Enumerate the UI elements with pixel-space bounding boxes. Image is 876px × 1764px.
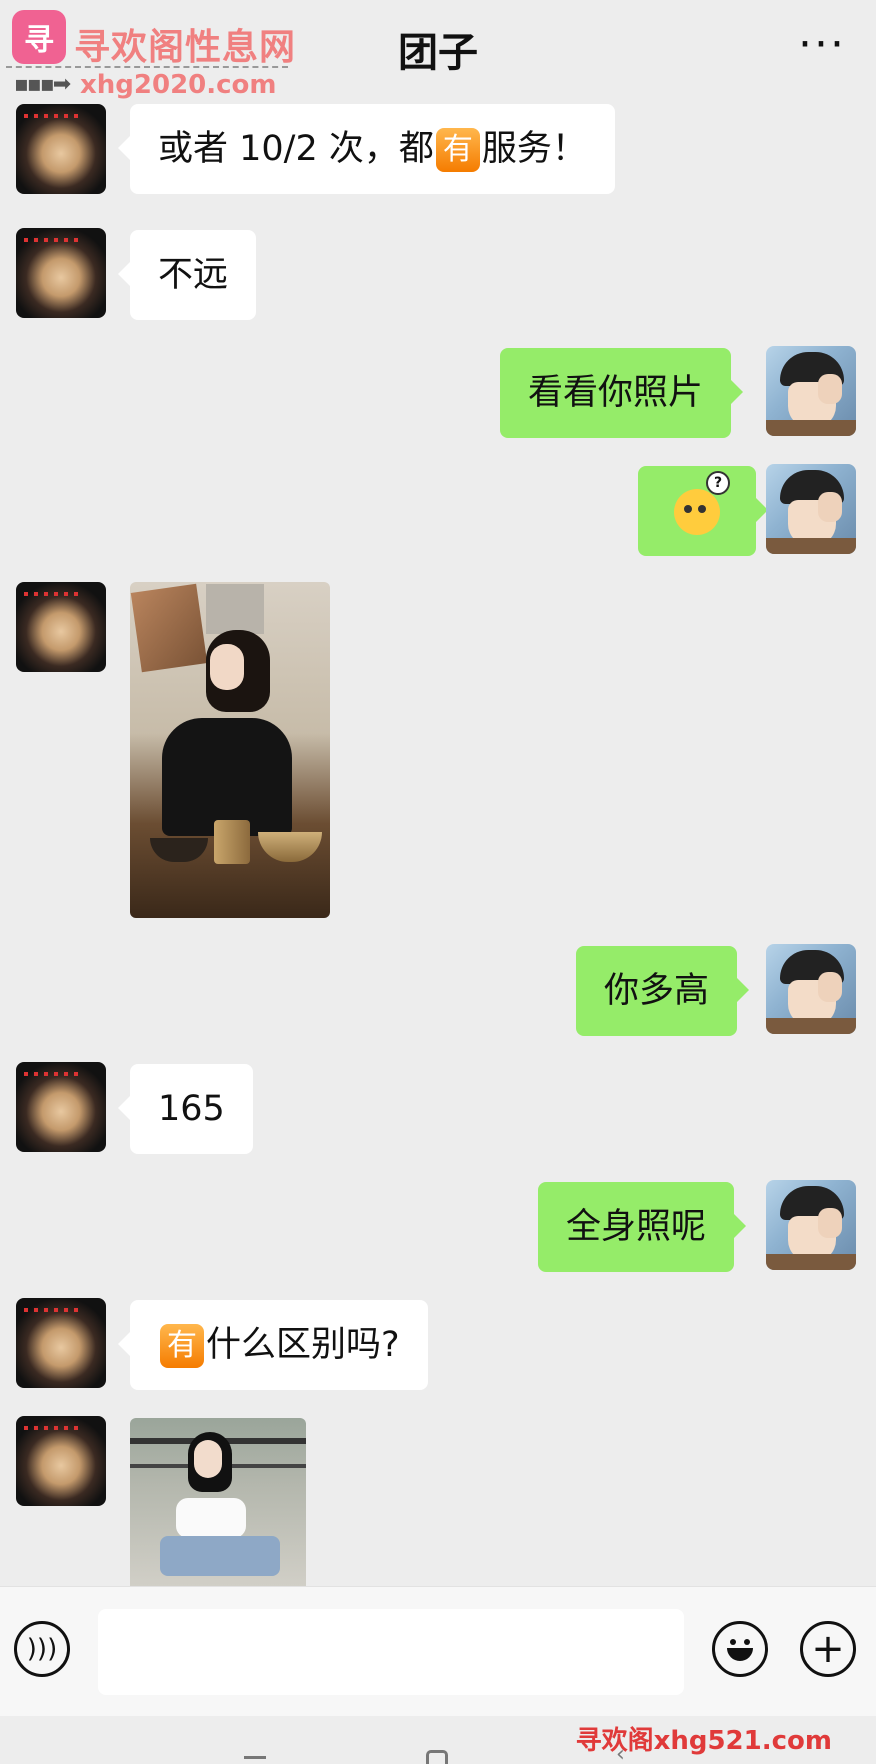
message-bubble-received[interactable]: 165 [118,1064,253,1154]
my-avatar[interactable] [766,1180,856,1270]
watermark-arrow-icon: ▪▪▪➡ [14,72,71,97]
message-input[interactable] [98,1609,684,1695]
contact-avatar[interactable] [16,1062,106,1152]
chat-input-bar: ))) + [0,1586,876,1717]
message-text: 看看你照片 [528,373,704,413]
watermark-bottom: 寻欢阁xhg521.com [575,1726,832,1756]
message-text: 服务！ [481,129,587,169]
home-nav-icon[interactable] [426,1750,448,1764]
watermark-site-url: xhg2020.com [80,70,277,100]
message-bubble-sent[interactable]: 你多高 [576,946,750,1036]
watermark-logo: 寻 [12,10,66,64]
message-text: 什么区别吗? [206,1325,400,1365]
message-bubble-sent[interactable]: 全身照呢 [538,1182,747,1272]
message-bubble-received[interactable]: 有什么区别吗? [118,1300,428,1390]
more-options-button[interactable]: ··· [794,23,850,74]
contact-avatar[interactable] [16,1416,106,1506]
more-actions-button[interactable]: + [800,1621,856,1677]
emoji-button[interactable] [712,1621,768,1677]
image-message[interactable] [130,1418,306,1586]
contact-avatar[interactable] [16,582,106,672]
message-text: 165 [158,1089,225,1129]
chat-screen: ‹ 团子 ··· 寻 寻欢阁性息网 ▪▪▪➡ xhg2020.com 或者 10… [0,0,876,1764]
more-icon: ··· [798,19,846,70]
message-text: 或者 10/2 次，都 [158,129,434,169]
contact-avatar[interactable] [16,104,106,194]
my-avatar[interactable] [766,944,856,1034]
message-text: 不远 [158,255,229,295]
message-bubble-received[interactable]: 或者 10/2 次，都有服务！ [118,104,615,194]
you-emoji-icon: 有 [160,1324,204,1368]
chat-header: ‹ 团子 ··· 寻 寻欢阁性息网 ▪▪▪➡ xhg2020.com [0,0,876,100]
contact-avatar[interactable] [16,1298,106,1388]
confused-face-emoji-icon: ? [674,471,730,535]
voice-button[interactable]: ))) [14,1621,70,1677]
watermark-site-name: 寻欢阁性息网 [74,27,297,68]
voice-icon: ))) [26,1634,58,1664]
contact-avatar[interactable] [16,228,106,318]
menu-nav-icon[interactable] [244,1756,266,1759]
image-message[interactable] [130,582,330,918]
message-text: 你多高 [604,971,710,1011]
message-bubble-received[interactable]: 不远 [117,230,257,320]
plus-icon: + [811,1626,845,1672]
message-bubble-sent[interactable]: 看看你照片 [500,348,744,438]
my-avatar[interactable] [766,346,856,436]
my-avatar[interactable] [766,464,856,554]
message-text: 全身照呢 [566,1207,707,1247]
message-bubble-sent[interactable]: ? [638,466,768,556]
you-emoji-icon: 有 [435,128,480,172]
